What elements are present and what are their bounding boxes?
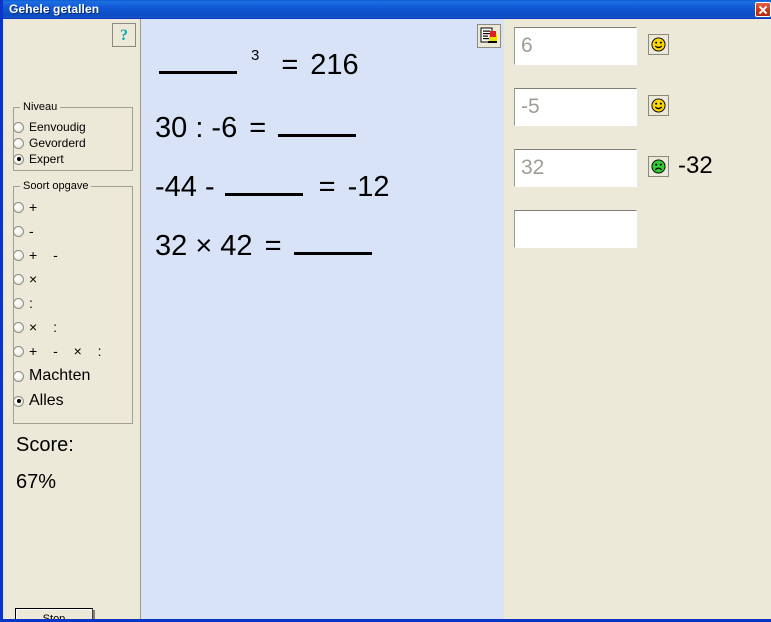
radio-soort-plus-minus[interactable]: + - bbox=[13, 247, 64, 263]
radio-label: + - × : bbox=[29, 343, 108, 359]
answer-input[interactable]: 6 bbox=[514, 27, 637, 65]
problem-result: -12 bbox=[347, 171, 390, 203]
radio-label: Machten bbox=[29, 367, 91, 384]
radio-indicator bbox=[13, 249, 24, 261]
answer-input[interactable] bbox=[514, 210, 637, 248]
radio-label: Alles bbox=[29, 392, 64, 409]
radio-indicator bbox=[13, 297, 24, 309]
radio-soort-divide[interactable]: : bbox=[13, 295, 39, 311]
help-button[interactable]: ? bbox=[112, 23, 136, 47]
problems-panel: 3 = 216 30 : -6 = -44 - = -12 32 × 42 = bbox=[141, 19, 504, 619]
answer-row bbox=[504, 210, 771, 252]
radio-label: + bbox=[29, 199, 44, 215]
window-title: Gehele getallen bbox=[9, 2, 100, 16]
radio-indicator bbox=[13, 121, 24, 133]
problem-equals: = bbox=[318, 171, 336, 203]
answer-row: 32 -32 bbox=[504, 149, 771, 191]
problem-expression: 30 : -6 bbox=[155, 112, 238, 144]
radio-indicator bbox=[13, 153, 24, 165]
radio-niveau-expert[interactable]: Expert bbox=[13, 152, 64, 166]
radio-indicator bbox=[13, 137, 24, 149]
sidebar: ? Niveau Eenvoudig Gevorderd Expert Soor… bbox=[6, 19, 141, 619]
correct-answer-text: -32 bbox=[678, 152, 713, 179]
answer-row: 6 bbox=[504, 27, 771, 69]
problem-row: 3 = 216 bbox=[155, 47, 359, 82]
client-area: ? Niveau Eenvoudig Gevorderd Expert Soor… bbox=[6, 19, 771, 619]
radio-indicator bbox=[13, 273, 24, 285]
radio-indicator bbox=[13, 395, 24, 407]
title-bar: Gehele getallen bbox=[3, 0, 771, 19]
radio-indicator bbox=[13, 321, 24, 333]
score-value: 67% bbox=[16, 471, 57, 493]
problem-expression: -44 - bbox=[155, 171, 215, 203]
radio-soort-multiply[interactable]: × bbox=[13, 271, 43, 287]
smiley-happy-glyph bbox=[651, 98, 666, 113]
application-window: Gehele getallen ? Niveau Eenvoudig Gevor… bbox=[0, 0, 771, 622]
stop-button-label: Stop bbox=[42, 613, 66, 619]
problem-equals: = bbox=[249, 112, 267, 144]
problem-blank bbox=[159, 51, 237, 74]
svg-text:?: ? bbox=[120, 27, 128, 44]
problem-result: 216 bbox=[310, 49, 359, 81]
problem-row: 32 × 42 = bbox=[155, 230, 376, 263]
problem-blank bbox=[278, 114, 357, 137]
radio-soort-machten[interactable]: Machten bbox=[13, 367, 90, 385]
smiley-happy-glyph bbox=[651, 37, 666, 52]
smiley-happy-icon bbox=[648, 95, 669, 116]
radio-label: Gevorderd bbox=[29, 136, 86, 150]
smiley-sad-glyph bbox=[651, 159, 666, 174]
stop-button[interactable]: Stop bbox=[15, 608, 93, 619]
radio-label: : bbox=[29, 295, 39, 311]
radio-soort-minus[interactable]: - bbox=[13, 223, 40, 239]
problem-exponent: 3 bbox=[251, 47, 260, 64]
radio-label: Eenvoudig bbox=[29, 120, 86, 134]
question-mark-icon: ? bbox=[120, 27, 128, 44]
score-label: Score: bbox=[16, 434, 74, 456]
radio-label: × bbox=[29, 271, 44, 287]
radio-niveau-eenvoudig[interactable]: Eenvoudig bbox=[13, 120, 86, 134]
answer-input[interactable]: 32 bbox=[514, 149, 637, 187]
radio-label: - bbox=[29, 223, 40, 239]
radio-indicator bbox=[13, 370, 24, 382]
problem-equals: = bbox=[264, 230, 282, 262]
radio-soort-alles[interactable]: Alles bbox=[13, 392, 64, 410]
problem-row: -44 - = -12 bbox=[155, 171, 390, 204]
smiley-sad-icon bbox=[648, 156, 669, 177]
radio-indicator bbox=[13, 225, 24, 237]
problem-blank bbox=[293, 232, 372, 255]
radio-indicator bbox=[13, 201, 24, 213]
radio-label: × : bbox=[29, 319, 63, 335]
radio-soort-all-operations[interactable]: + - × : bbox=[13, 343, 108, 359]
radio-soort-multiply-divide[interactable]: × : bbox=[13, 319, 63, 335]
answer-row: -5 bbox=[504, 88, 771, 130]
problem-equals: = bbox=[281, 49, 299, 81]
radio-label: Expert bbox=[29, 152, 64, 166]
smiley-happy-icon bbox=[648, 34, 669, 55]
radio-niveau-gevorderd[interactable]: Gevorderd bbox=[13, 136, 86, 150]
radio-soort-plus[interactable]: + bbox=[13, 199, 43, 215]
close-icon[interactable] bbox=[755, 2, 771, 17]
answer-input[interactable]: -5 bbox=[514, 88, 637, 126]
answers-panel: 6 -5 32 -32 bbox=[504, 19, 771, 619]
report-icon-glyph bbox=[480, 27, 497, 43]
problem-row: 30 : -6 = bbox=[155, 112, 360, 145]
soort-opgave-group-title: Soort opgave bbox=[20, 180, 92, 192]
report-document-icon[interactable] bbox=[477, 24, 501, 48]
problem-blank bbox=[224, 173, 303, 196]
radio-label: + - bbox=[29, 247, 64, 263]
problem-expression: 32 × 42 bbox=[155, 230, 253, 262]
niveau-group-title: Niveau bbox=[20, 101, 61, 113]
radio-indicator bbox=[13, 345, 24, 357]
